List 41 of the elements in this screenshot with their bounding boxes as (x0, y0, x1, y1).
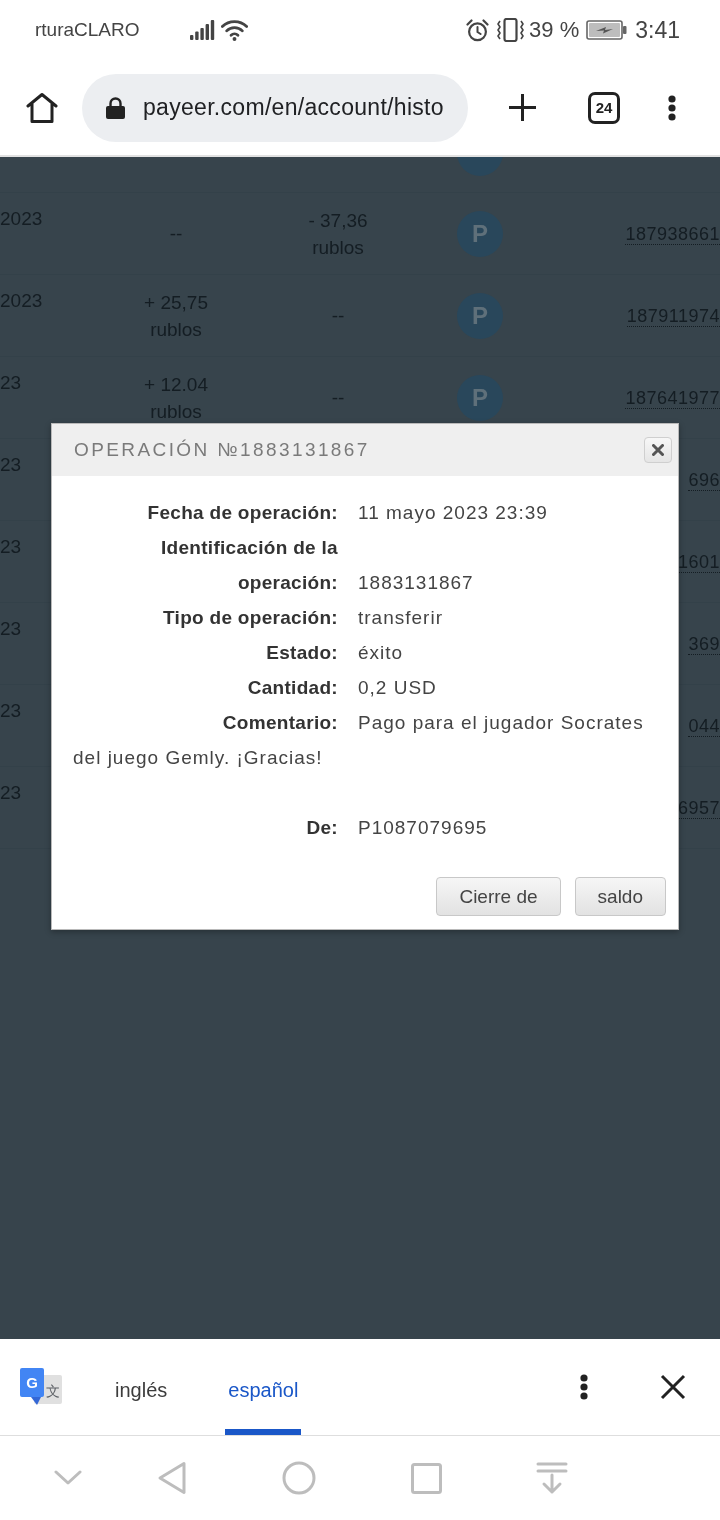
address-field[interactable]: payeer.com/en/account/histo (82, 73, 468, 142)
alarm-clock-icon (466, 18, 490, 42)
signal-icon (189, 20, 215, 40)
amount-text: -- (331, 305, 345, 326)
lock-icon (106, 96, 125, 119)
dialog-title: OPERACIÓN №1883131867 (74, 439, 370, 461)
language-tab[interactable]: español (225, 1339, 302, 1435)
vibrate-icon (495, 18, 527, 42)
field-label: Identificación de la operación: (159, 536, 338, 595)
field-value: 11 mayo 2023 23:39 (358, 502, 548, 523)
amount-text: -- (169, 223, 183, 244)
dialog-button[interactable]: saldo (574, 877, 666, 916)
field-label: Fecha de operación: (146, 501, 338, 525)
close-button[interactable] (644, 437, 672, 463)
translate-logo: 文 G (20, 1368, 62, 1406)
tab-switcher-button[interactable]: 24 (588, 91, 620, 124)
clock-time: 3:41 (635, 16, 680, 44)
field-value: transferir (358, 607, 443, 628)
battery-charging-icon (586, 20, 628, 40)
language-tab[interactable]: inglés (112, 1339, 171, 1435)
field-label: Estado: (265, 641, 338, 665)
close-icon[interactable] (660, 1374, 686, 1400)
round-badge-icon (457, 157, 503, 176)
amount-text: -- (331, 387, 345, 408)
dialog-button[interactable]: Cierre de (436, 877, 561, 916)
home-icon[interactable] (26, 91, 58, 124)
carrier-name: rturaCLARO (35, 19, 140, 41)
field-label: Tipo de operación: (162, 606, 338, 630)
kebab-menu-icon[interactable] (580, 1374, 588, 1400)
wifi-icon (220, 19, 248, 41)
close-icon (652, 444, 664, 456)
kebab-menu-icon[interactable] (668, 94, 676, 121)
comment-text: Comentario: Pago para el jugador Socrates del juego Gemly. ¡Gracias! (73, 711, 645, 770)
battery-percent: 39 % (529, 17, 580, 43)
field-value: 1883131867 (358, 572, 474, 593)
field-value: P1087079695 (358, 817, 488, 838)
field-value: éxito (358, 642, 404, 663)
field-value: 0,2 USD (358, 677, 437, 698)
new-tab-plus-icon[interactable] (508, 93, 537, 122)
field-label: De: (305, 816, 338, 840)
field-label: Cantidad: (246, 676, 338, 700)
